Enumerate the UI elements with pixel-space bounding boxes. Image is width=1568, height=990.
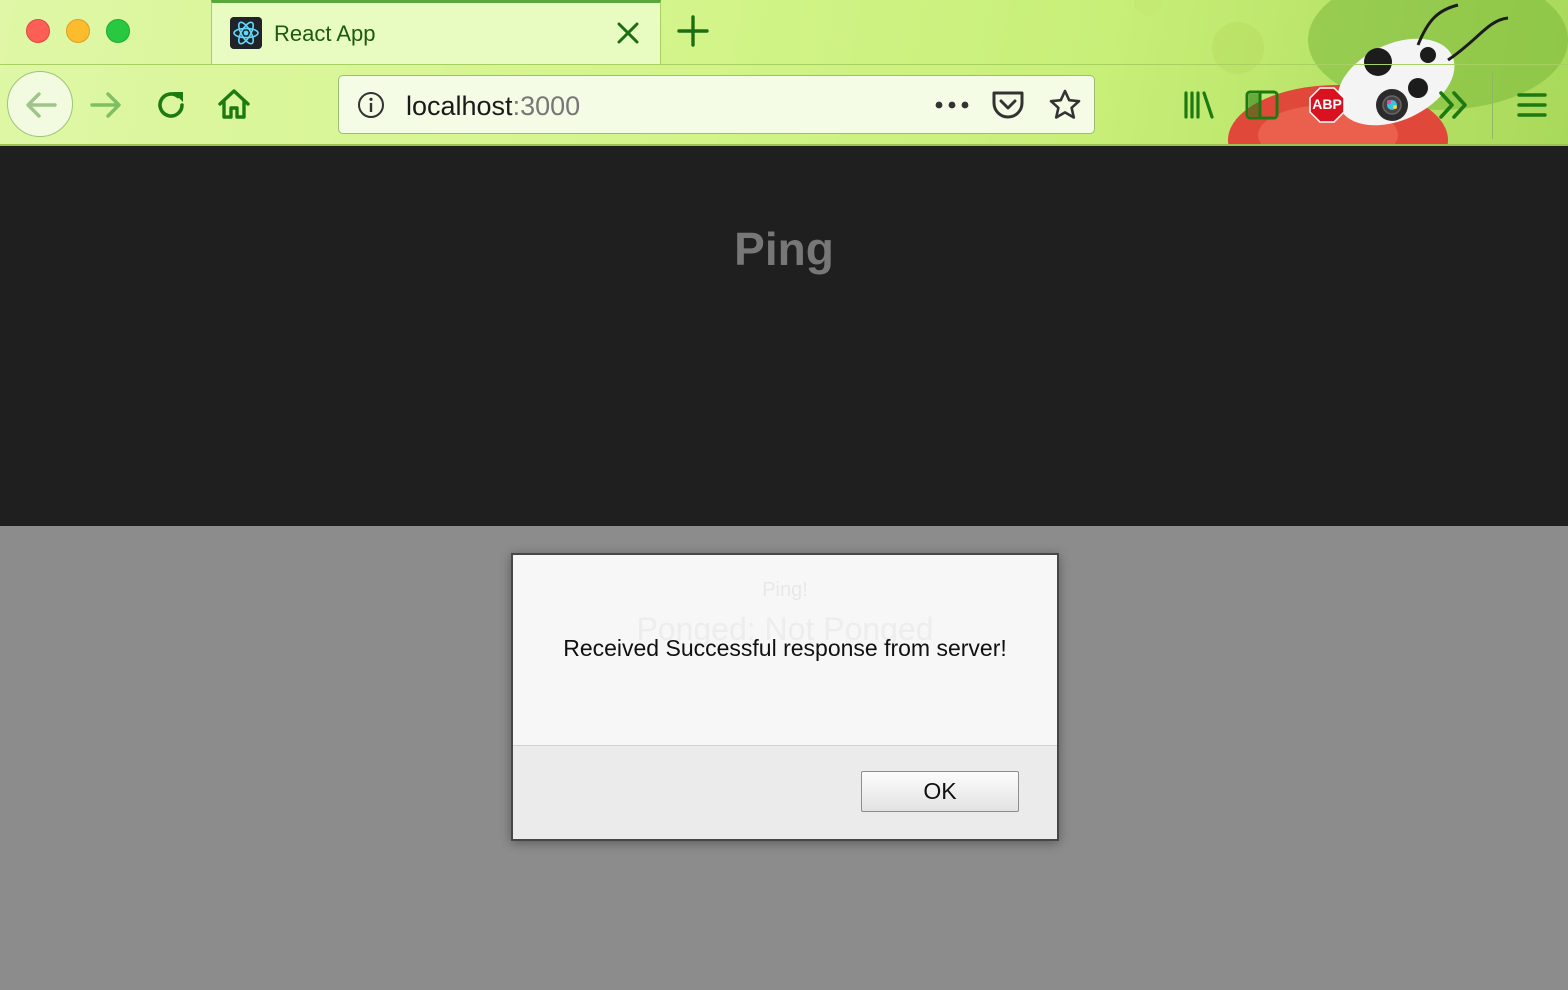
plus-icon[interactable] (676, 14, 710, 48)
back-button[interactable] (7, 71, 73, 137)
navigation-toolbar: localhost:3000 ABP (0, 64, 1568, 144)
window-zoom-button[interactable] (106, 19, 130, 43)
sidebar-icon[interactable] (1245, 89, 1279, 121)
more-horizontal-icon[interactable] (934, 96, 970, 114)
chevron-double-right-icon[interactable] (1437, 89, 1473, 121)
camera-icon[interactable] (1374, 87, 1410, 123)
arrow-right-icon[interactable] (88, 87, 124, 123)
browser-chrome: React App localhost:3000 ABP (0, 0, 1568, 146)
dialog-footer: OK (513, 745, 1057, 839)
ping-button-ghost: Ping! (762, 579, 808, 601)
library-icon[interactable] (1182, 89, 1216, 121)
arrow-left-icon (26, 92, 57, 118)
react-icon (230, 17, 262, 49)
toolbar-separator (1492, 73, 1493, 139)
window-minimize-button[interactable] (66, 19, 90, 43)
tab-title: React App (274, 21, 376, 46)
adblock-plus-button[interactable]: ABP (1309, 87, 1345, 123)
dialog-message: Received Successful response from server… (563, 635, 1007, 661)
url-text[interactable]: localhost:3000 (406, 91, 580, 122)
tab-react-app[interactable]: React App (211, 0, 661, 64)
url-host: localhost (406, 91, 513, 121)
info-icon[interactable] (357, 91, 385, 119)
url-bar[interactable]: localhost:3000 (338, 75, 1095, 134)
hamburger-menu-icon[interactable] (1515, 90, 1549, 120)
ok-button[interactable]: OK (861, 771, 1019, 812)
star-icon[interactable] (1048, 88, 1082, 122)
close-icon[interactable] (614, 19, 642, 47)
page-title: Ping (734, 223, 834, 275)
app-header: Ping (0, 146, 1568, 526)
alert-dialog: Ping! Ponged: Not Ponged Received Succes… (511, 553, 1059, 841)
reload-icon[interactable] (153, 87, 189, 123)
url-port: :3000 (512, 91, 581, 121)
window-close-button[interactable] (26, 19, 50, 43)
home-icon[interactable] (216, 86, 252, 122)
pocket-icon[interactable] (991, 89, 1025, 121)
adblock-label: ABP (1312, 96, 1342, 112)
